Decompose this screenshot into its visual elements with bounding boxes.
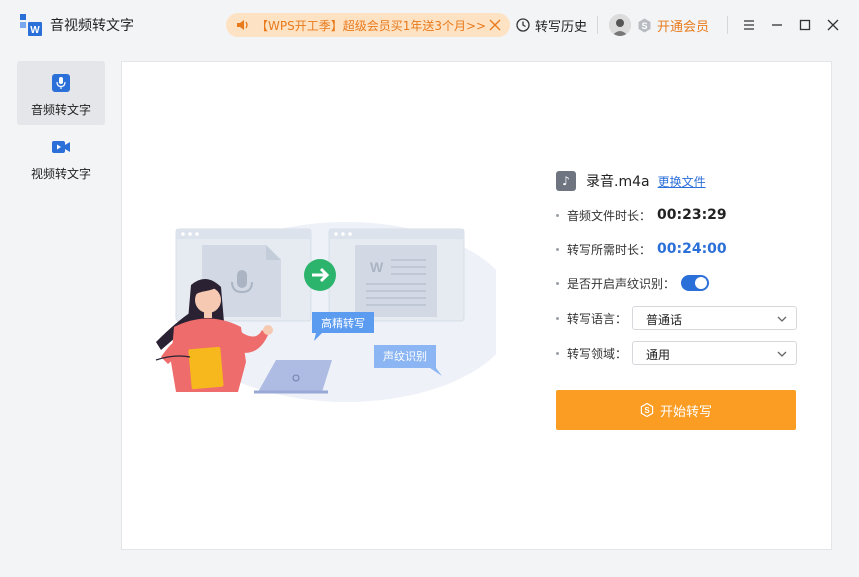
history-button[interactable]: 转写历史 [516, 15, 587, 35]
speaker-icon [237, 20, 248, 30]
svg-text:W: W [370, 259, 384, 275]
sidebar-item-audio-to-text[interactable]: 音频转文字 [17, 61, 105, 125]
divider [727, 16, 728, 34]
maximize-icon[interactable] [797, 17, 813, 33]
duration-label: 音频文件时长： [567, 208, 652, 223]
bubble-hd-text: 高精转写 [321, 316, 365, 330]
avatar[interactable] [609, 14, 631, 36]
promo-text[interactable]: 【WPS开工季】超级会员买1年送3个月>> [256, 17, 486, 34]
language-row: 转写语言： 普通话 [556, 306, 806, 330]
clock-icon [516, 18, 530, 32]
vip-button[interactable]: S 开通会员 [637, 15, 709, 35]
user-avatar-icon [609, 14, 631, 36]
menu-icon[interactable] [741, 17, 757, 33]
app-logo-icon: W [20, 14, 42, 36]
domain-value: 通用 [646, 348, 671, 362]
needed-time-row: 转写所需时长： 00:24:00 [556, 238, 806, 260]
chevron-down-icon [777, 316, 787, 322]
language-select[interactable]: 普通话 [632, 306, 797, 330]
vip-hexagon-icon: S [638, 18, 651, 32]
svg-text:S: S [644, 406, 650, 415]
file-row: ♪ 录音.m4a 更换文件 [556, 170, 706, 192]
file-name: 录音.m4a [586, 174, 650, 190]
bullet [556, 213, 559, 217]
bullet [556, 316, 559, 320]
music-note-icon: ♪ [556, 171, 576, 191]
microphone-icon [52, 74, 70, 92]
voiceprint-toggle[interactable] [681, 275, 710, 291]
bullet [556, 247, 559, 251]
sidebar-item-label: 音频转文字 [30, 103, 91, 117]
start-transcribe-button[interactable]: S 开始转写 [556, 390, 796, 430]
sidebar-item-video-to-text[interactable]: 视频转文字 [17, 125, 105, 189]
chevron-down-icon [777, 351, 787, 357]
bubble-voiceprint-text: 声纹识别 [383, 349, 427, 363]
svg-text:W: W [30, 25, 40, 36]
duration-value: 00:23:29 [657, 207, 727, 223]
needed-time-value: 00:24:00 [657, 241, 727, 257]
voiceprint-row: 是否开启声纹识别： [556, 272, 806, 294]
promo-banner[interactable]: 【WPS开工季】超级会员买1年送3个月>> [226, 13, 510, 37]
close-icon[interactable] [488, 18, 502, 32]
sidebar: 音频转文字 视频转文字 [0, 50, 121, 577]
svg-text:S: S [641, 21, 647, 31]
language-label: 转写语言： [567, 311, 628, 326]
title-bar: W 音视频转文字 【WPS开工季】超级会员买1年送3个月>> 转写历史 S 开通… [0, 0, 859, 50]
start-button-label: 开始转写 [659, 404, 712, 420]
main-panel: W 高精转写 声纹识别 ♪ 录音.m4a 更换文件 音频文件时长： 00:23:… [121, 61, 832, 550]
minimize-icon[interactable] [769, 17, 785, 33]
sidebar-item-label: 视频转文字 [30, 167, 91, 181]
divider [597, 16, 598, 34]
voiceprint-label: 是否开启声纹识别： [567, 276, 676, 291]
bullet [556, 281, 559, 285]
transcription-illustration: W 高精转写 声纹识别 [155, 222, 496, 402]
bullet [556, 351, 559, 355]
video-camera-icon [52, 141, 70, 153]
language-value: 普通话 [646, 313, 683, 327]
close-window-icon[interactable] [825, 17, 841, 33]
change-file-link[interactable]: 更换文件 [658, 173, 706, 190]
duration-row: 音频文件时长： 00:23:29 [556, 204, 806, 226]
coin-icon: S [640, 403, 654, 417]
history-label: 转写历史 [535, 19, 588, 35]
needed-time-label: 转写所需时长： [567, 242, 652, 257]
vip-label: 开通会员 [657, 19, 710, 35]
domain-label: 转写领域： [567, 346, 628, 361]
domain-select[interactable]: 通用 [632, 341, 797, 365]
app-title: 音视频转文字 [50, 18, 134, 34]
domain-row: 转写领域： 通用 [556, 341, 806, 365]
